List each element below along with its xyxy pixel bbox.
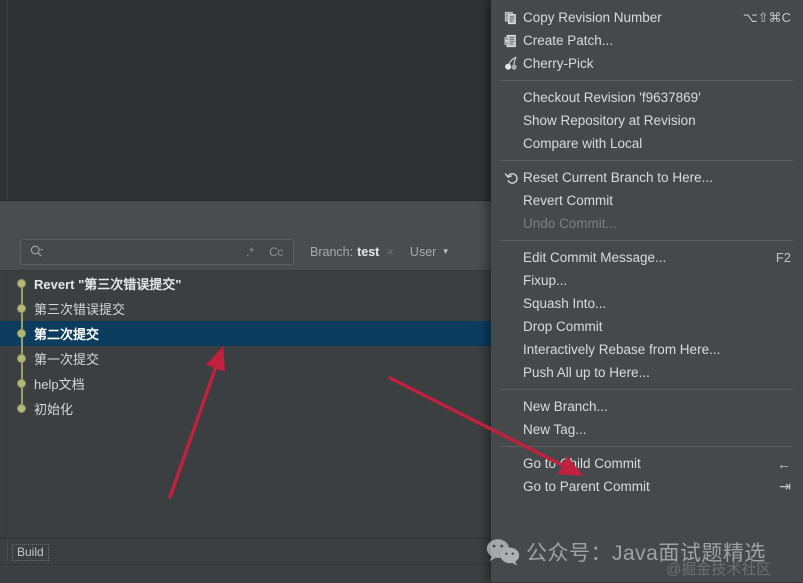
menu-item-label: Create Patch... (523, 33, 614, 48)
build-tool-window-button[interactable]: Build (12, 543, 49, 561)
menu-item[interactable]: Interactively Rebase from Here... (491, 338, 803, 361)
undo-icon (499, 170, 523, 185)
menu-item[interactable]: Go to Child Commit ← (491, 452, 803, 475)
menu-item-arrow-icon: ← (777, 455, 791, 472)
graph-commit-node (17, 404, 26, 413)
menu-separator (501, 240, 793, 241)
menu-item[interactable]: Revert Commit (491, 189, 803, 212)
menu-item-label: Edit Commit Message... (523, 250, 667, 265)
commit-subject: 第三次错误提交 (34, 302, 126, 317)
menu-item-label: Drop Commit (523, 319, 603, 334)
menu-item[interactable]: Edit Commit Message... F2 (491, 246, 803, 269)
commit-graph-cell (0, 346, 34, 371)
menu-item-label: Checkout Revision 'f9637869' (523, 90, 701, 105)
menu-item-label: Revert Commit (523, 193, 614, 208)
graph-commit-node (17, 279, 26, 288)
branch-filter-value: test (357, 244, 380, 259)
menu-item-shortcut: ⌥⇧⌘C (742, 9, 791, 25)
menu-item[interactable]: Push All up to Here... (491, 361, 803, 384)
menu-item[interactable]: New Branch... (491, 395, 803, 418)
menu-item-label: Push All up to Here... (523, 365, 650, 380)
menu-item-label: Reset Current Branch to Here... (523, 170, 713, 185)
commit-graph-cell (0, 321, 34, 346)
user-filter-label: User (409, 244, 437, 259)
commit-subject: 第一次提交 (34, 352, 100, 367)
commit-context-menu[interactable]: Copy Revision Number ⌥⇧⌘C Create Patch... C… (491, 0, 803, 582)
menu-item[interactable]: Copy Revision Number ⌥⇧⌘C (491, 6, 803, 29)
menu-item[interactable]: Fixup... (491, 269, 803, 292)
commit-graph-cell (0, 371, 34, 396)
commit-graph-cell (0, 271, 34, 296)
menu-item[interactable]: Cherry-Pick (491, 52, 803, 75)
menu-item-label: Cherry-Pick (523, 56, 594, 71)
patch-icon (499, 34, 523, 48)
menu-item-label: New Tag... (523, 422, 587, 437)
menu-item[interactable]: Checkout Revision 'f9637869' (491, 86, 803, 109)
menu-item: Undo Commit... (491, 212, 803, 235)
copy-icon (499, 11, 523, 25)
commit-subject: 第二次提交 (34, 327, 100, 342)
editor-gutter-divider (7, 0, 8, 200)
menu-item-shortcut: F2 (775, 250, 791, 265)
search-box[interactable]: .* Cc (20, 238, 294, 265)
commit-subject: help文档 (34, 377, 85, 392)
menu-item-label: Undo Commit... (523, 216, 617, 231)
cherry-icon (499, 56, 523, 71)
commit-graph-cell (0, 396, 34, 421)
match-case-toggle-button[interactable]: Cc (263, 241, 289, 263)
menu-item[interactable]: Compare with Local (491, 132, 803, 155)
menu-item-label: Squash Into... (523, 296, 607, 311)
graph-commit-node (17, 379, 26, 388)
search-icon (21, 244, 51, 259)
menu-item-label: Go to Parent Commit (523, 479, 650, 494)
graph-commit-node (17, 329, 26, 338)
menu-separator (501, 160, 793, 161)
branch-filter-clear-icon[interactable]: × (386, 244, 394, 259)
menu-item-label: New Branch... (523, 399, 608, 414)
branch-filter[interactable]: Branch: test × (310, 244, 394, 259)
menu-item[interactable]: New Tag... (491, 418, 803, 441)
menu-item-label: Copy Revision Number (523, 10, 662, 25)
menu-item-label: Fixup... (523, 273, 568, 288)
menu-separator (501, 446, 793, 447)
regex-toggle-button[interactable]: .* (237, 241, 263, 263)
menu-item-label: Compare with Local (523, 136, 643, 151)
menu-separator (501, 389, 793, 390)
commit-subject: Revert "第三次错误提交" (34, 277, 182, 292)
commit-subject: 初始化 (34, 402, 74, 417)
menu-item-arrow-icon: ⇥ (779, 478, 791, 494)
menu-item[interactable]: Squash Into... (491, 292, 803, 315)
branch-filter-label: Branch: (310, 244, 354, 259)
menu-item-label: Go to Child Commit (523, 456, 641, 471)
menu-item[interactable]: Create Patch... (491, 29, 803, 52)
menu-item-label: Show Repository at Revision (523, 113, 696, 128)
menu-item-label: Interactively Rebase from Here... (523, 342, 721, 357)
menu-item[interactable]: Go to Parent Commit ⇥ (491, 475, 803, 498)
user-filter[interactable]: User ▾ (410, 245, 448, 259)
commit-graph-cell (0, 296, 34, 321)
build-bar-left-divider (7, 539, 8, 565)
menu-separator (501, 80, 793, 81)
menu-item[interactable]: Show Repository at Revision (491, 109, 803, 132)
graph-commit-node (17, 304, 26, 313)
search-input[interactable] (51, 244, 237, 259)
menu-item[interactable]: Drop Commit (491, 315, 803, 338)
graph-commit-node (17, 354, 26, 363)
chevron-down-icon: ▾ (443, 246, 448, 256)
menu-item[interactable]: Reset Current Branch to Here... (491, 166, 803, 189)
